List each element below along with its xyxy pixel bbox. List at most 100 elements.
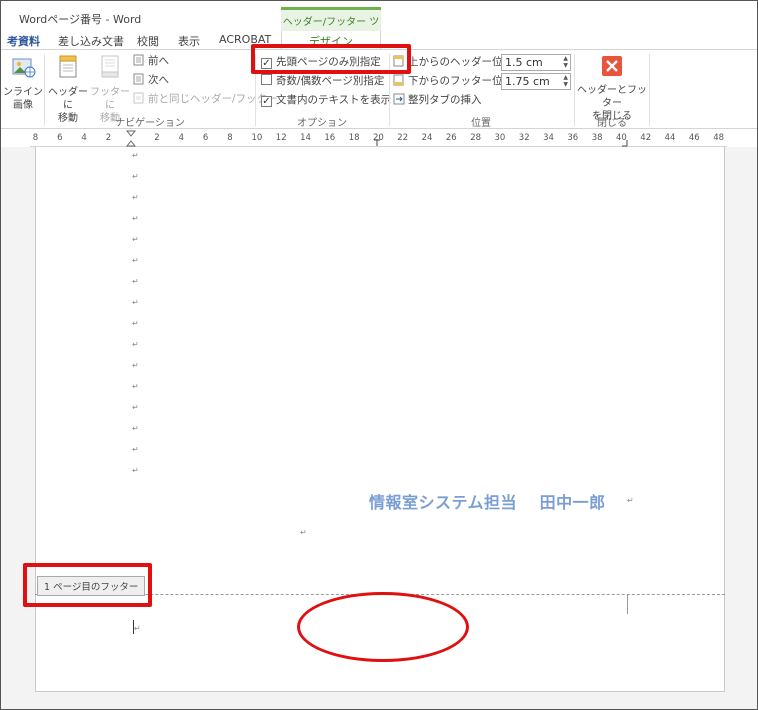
checkbox-checked: ✓ [261,96,272,107]
ruler-number: 44 [664,133,676,143]
ruler-number: 36 [567,133,579,143]
body-text[interactable]: 情報室システム担当 田中一郎 [369,489,606,513]
ruler-number: 2 [154,133,160,143]
next-button[interactable]: 次へ [133,72,169,89]
paragraph-mark: ↵ [132,424,139,433]
group-separator [574,54,575,126]
right-tab-stop-icon[interactable] [621,139,629,147]
tab-review[interactable]: 校閲 [137,33,159,49]
footer-page-icon [89,54,131,84]
paragraph-mark: ↵ [132,151,139,160]
annotation-box-footer-label [23,563,152,607]
close-header-footer-button[interactable]: ヘッダーとフッター を閉じる [577,54,647,123]
alignment-tab-icon [393,93,405,105]
group-separator [649,54,650,126]
ruler-number: 42 [640,133,652,143]
indent-marker-icon[interactable] [126,130,136,147]
center-tab-stop-icon[interactable] [373,139,381,147]
ruler-number: 26 [445,133,457,143]
paragraph-mark: ↵ [132,340,139,349]
footer-from-bottom-value: 1.75 cm [505,75,550,88]
paragraph-mark: ↵ [300,528,307,537]
ruler-number: 32 [518,133,530,143]
paragraph-mark: ↵ [132,214,139,223]
online-pictures-button[interactable]: ンライン 画像 [3,54,43,112]
ruler-number: 12 [275,133,287,143]
paragraph-mark: ↵ [132,445,139,454]
tab-mailings[interactable]: 差し込み文書 [58,33,124,49]
ruler-number: 22 [397,133,409,143]
footer-position-icon [393,74,405,86]
annotation-box-first-page-option [251,44,411,74]
paragraph-mark: ↵ [132,172,139,181]
online-pictures-label: ンライン 画像 [3,87,43,111]
ruler-number: 8 [32,133,39,143]
next-label: 次へ [148,74,169,86]
horizontal-ruler[interactable]: 8 6 4 2 2 4 6 8 10 12 14 16 18 20 22 24 26 28 30 32 34 36 38 40… [30,130,727,147]
ruler-number: 4 [178,133,185,143]
ruler-number: 4 [81,133,87,143]
annotation-ellipse-footer-area [297,592,469,662]
paragraph-mark: ↵ [132,298,139,307]
header-page-icon [47,54,89,84]
ruler-number: 28 [470,133,482,143]
tab-view[interactable]: 表示 [178,33,200,49]
position-group-label: 位置 [471,118,491,129]
ruler-number: 2 [105,133,112,143]
ruler-number: 8 [227,133,233,143]
tab-references[interactable]: 考資料 [7,33,40,49]
close-icon [577,54,647,82]
paragraph-mark: ↵ [132,235,139,244]
ruler-number: 24 [421,133,433,143]
previous-button[interactable]: 前へ [133,53,169,70]
online-picture-icon [3,54,43,84]
footer-right-edge-marker [627,594,628,614]
window-title: Wordページ番号 - Word [19,13,142,26]
paragraph-mark: ↵ [627,496,634,505]
paragraph-mark: ↵ [132,277,139,286]
link-to-previous-label: 前と同じヘッダー/フッター [148,93,278,105]
link-previous-icon [133,92,145,104]
checkbox-unchecked [261,74,272,85]
paragraph-mark: ↵ [132,403,139,412]
ruler-number: 14 [300,133,311,143]
group-separator [44,54,45,126]
paragraph-mark: ↵ [132,193,139,202]
navigation-group-label: ナビゲーション [115,118,185,129]
insert-alignment-tab-label: 整列タブの挿入 [408,94,482,106]
ruler-number: 18 [348,133,360,143]
ruler-number: 46 [688,133,700,143]
ruler-number: 6 [57,133,63,143]
footer-from-bottom-label-row: 下からのフッター位置: [393,73,517,90]
show-document-text-label: 文書内のテキストを表示 [276,94,392,106]
ruler-number: 10 [251,133,263,143]
ruler-number: 48 [713,133,725,143]
previous-label: 前へ [148,55,169,67]
paragraph-mark: ↵ [132,361,139,370]
insert-alignment-tab-button[interactable]: 整列タブの挿入 [393,92,482,109]
next-section-icon [133,73,145,85]
ruler-number: 16 [324,133,336,143]
different-odd-even-checkbox[interactable]: 奇数/偶数ページ別指定 [261,73,384,90]
previous-section-icon [133,54,145,66]
footer-from-bottom-input[interactable]: 1.75 cm ▲ ▼ [501,73,571,90]
options-group-label: オプション [297,118,347,129]
paragraph-mark: ↵ [132,466,139,475]
title-bar: Wordページ番号 - Word ヘッダー/フッター ツール [1,1,757,43]
spin-arrows-icon[interactable]: ▲ ▼ [563,55,568,69]
ruler-number: 30 [494,133,506,143]
ruler-number: 34 [543,133,554,143]
spin-arrows-icon[interactable]: ▲ ▼ [563,74,568,88]
paragraph-mark: ↵ [132,256,139,265]
header-from-top-input[interactable]: 1.5 cm ▲ ▼ [501,54,571,71]
paragraph-mark: ↵ [132,382,139,391]
header-from-top-label-row: 上からのヘッダー位置: [393,54,517,71]
show-document-text-checkbox[interactable]: ✓ 文書内のテキストを表示 [261,92,391,109]
header-from-top-value: 1.5 cm [505,56,543,69]
different-odd-even-label: 奇数/偶数ページ別指定 [276,75,385,87]
paragraph-mark: ↵ [132,319,139,328]
paragraph-mark: ↵ [134,624,141,633]
ruler-number: 6 [202,133,209,143]
ruler-number: 38 [591,133,603,143]
context-tab-group: ヘッダー/フッター ツール [281,7,381,43]
